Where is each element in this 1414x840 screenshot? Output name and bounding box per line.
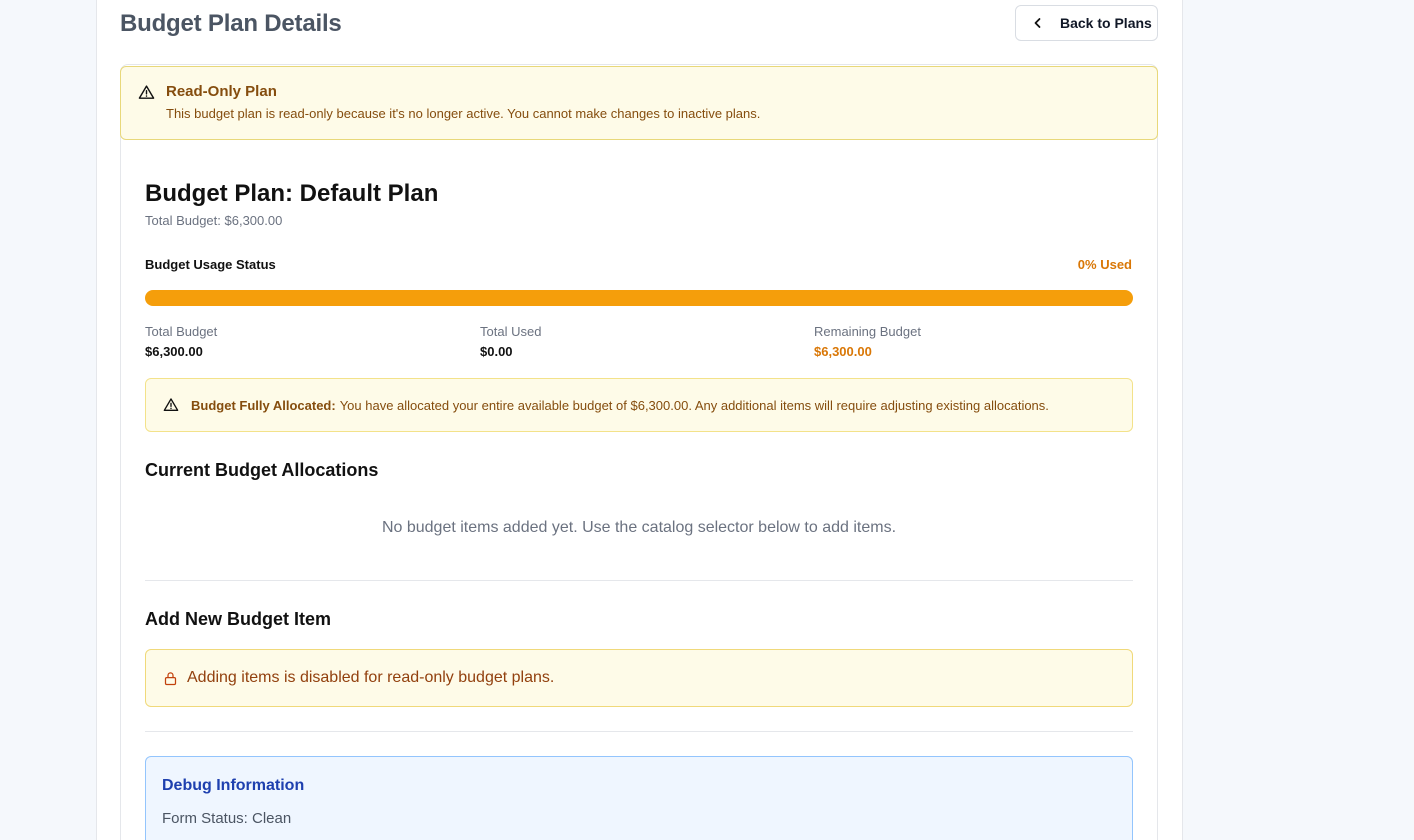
stat-label: Remaining Budget	[814, 324, 921, 339]
usage-progress-bar	[145, 290, 1133, 306]
stat-total-budget: Total Budget $6,300.00	[145, 324, 217, 359]
lock-icon	[163, 671, 178, 686]
plan-total-budget: Total Budget: $6,300.00	[145, 213, 283, 228]
debug-title: Debug Information	[162, 777, 305, 794]
page-title: Budget Plan Details	[120, 10, 342, 37]
stat-value: $6,300.00	[145, 344, 203, 359]
fully-allocated-alert: Budget Fully Allocated: You have allocat…	[145, 378, 1133, 432]
warning-triangle-icon	[163, 397, 179, 413]
allocations-empty-message: No budget items added yet. Use the catal…	[381, 519, 897, 536]
stat-remaining-budget: Remaining Budget $6,300.00	[814, 324, 921, 359]
plan-name: Budget Plan: Default Plan	[145, 180, 439, 207]
back-to-plans-label: Back to Plans	[1060, 15, 1152, 31]
add-item-title: Add New Budget Item	[145, 609, 332, 629]
readonly-alert: Read-Only Plan This budget plan is read-…	[120, 66, 1158, 140]
readonly-alert-message: This budget plan is read-only because it…	[166, 106, 761, 121]
add-item-disabled-alert: Adding items is disabled for read-only b…	[145, 649, 1133, 707]
allocations-title: Current Budget Allocations	[145, 460, 379, 480]
fully-allocated-alert-message: You have allocated your entire available…	[339, 397, 1049, 413]
debug-form-status: Form Status: Clean	[162, 810, 292, 827]
stat-value: $6,300.00	[814, 344, 872, 359]
divider	[145, 580, 1133, 581]
debug-panel: Debug Information Form Status: Clean	[145, 756, 1133, 840]
chevron-left-icon	[1032, 17, 1044, 29]
usage-percent: 0% Used	[1077, 257, 1132, 272]
divider	[145, 731, 1133, 732]
stat-total-used: Total Used $0.00	[480, 324, 541, 359]
fully-allocated-alert-title: Budget Fully Allocated:	[191, 397, 336, 413]
stat-label: Total Used	[480, 324, 542, 339]
readonly-alert-title: Read-Only Plan	[166, 83, 277, 100]
warning-triangle-icon	[138, 84, 155, 101]
add-item-disabled-message: Adding items is disabled for read-only b…	[187, 669, 555, 686]
usage-status-label: Budget Usage Status	[145, 257, 276, 272]
stat-label: Total Budget	[145, 324, 218, 339]
stat-value: $0.00	[480, 344, 513, 359]
back-to-plans-button[interactable]: Back to Plans	[1015, 5, 1158, 41]
